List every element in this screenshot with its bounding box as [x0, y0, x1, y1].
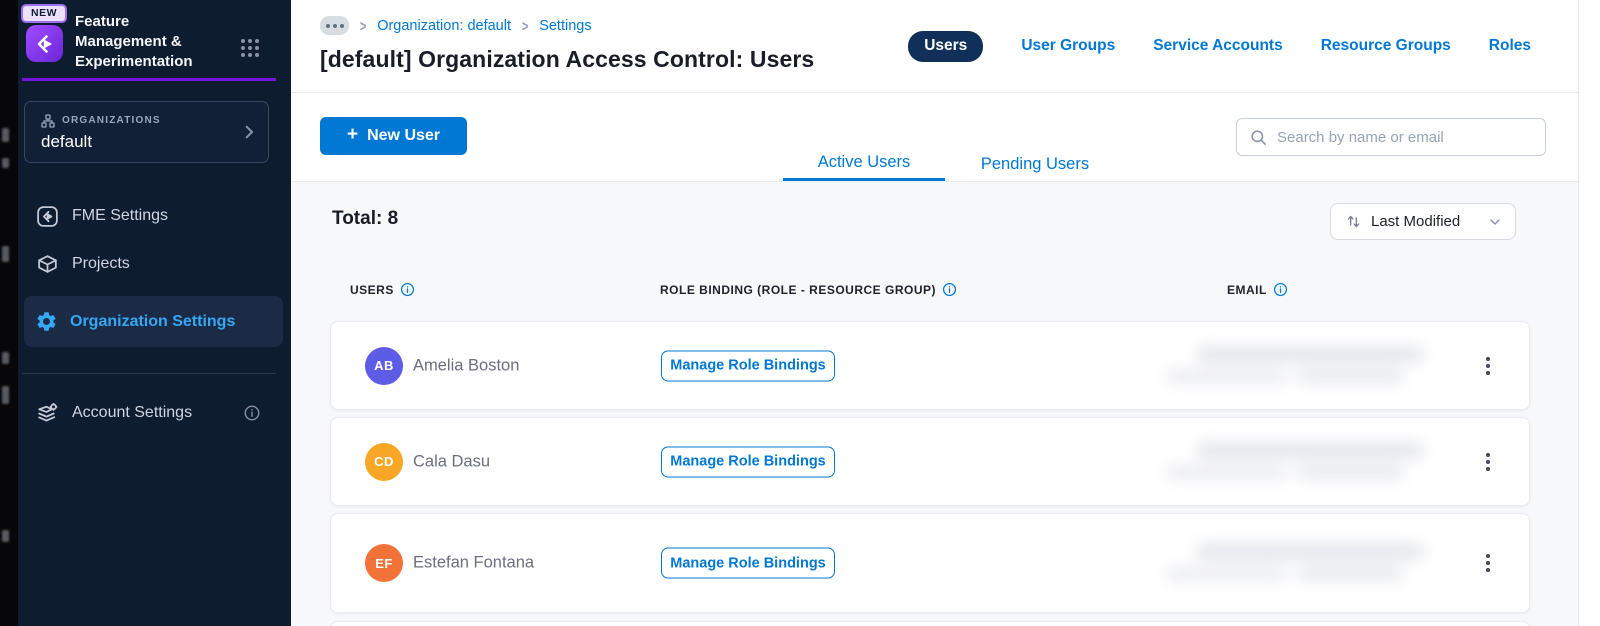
manage-role-bindings-button[interactable]: Manage Role Bindings	[661, 547, 835, 579]
background-window-edge	[0, 0, 18, 626]
new-user-button[interactable]: + New User	[320, 117, 467, 155]
search-icon	[1249, 128, 1268, 147]
info-icon[interactable]	[400, 282, 415, 297]
sidebar-item-label: FME Settings	[72, 207, 169, 224]
access-control-nav-tabs: Users User Groups Service Accounts Resou…	[908, 30, 1531, 62]
total-count: Total: 8	[332, 208, 399, 229]
chevron-separator-icon: >	[359, 16, 367, 35]
sidebar-item-organization-settings[interactable]: Organization Settings	[24, 296, 283, 347]
org-hierarchy-icon	[40, 113, 56, 129]
tab-pending-users[interactable]: Pending Users	[960, 147, 1110, 181]
column-header-role-binding: ROLE BINDING (ROLE - RESOURCE GROUP)	[660, 282, 957, 297]
search-input[interactable]	[1277, 128, 1533, 146]
manage-role-bindings-button[interactable]: Manage Role Bindings	[661, 446, 835, 477]
layers-gear-icon	[35, 401, 60, 426]
table-row-partial	[330, 621, 1530, 626]
split-logo-icon	[37, 34, 51, 53]
chevron-right-icon	[240, 123, 258, 141]
avatar: AB	[365, 346, 403, 385]
panel-right-border	[1578, 0, 1579, 626]
sidebar-accent-rule	[22, 78, 276, 81]
sidebar-item-label: Projects	[72, 255, 130, 272]
redacted-email	[1166, 438, 1436, 486]
tab-users[interactable]: Users	[908, 30, 984, 62]
row-kebab-menu-button[interactable]	[1477, 550, 1499, 576]
sidebar: NEW Feature Management & Experimentation	[18, 0, 291, 626]
redacted-email	[1166, 539, 1436, 587]
sort-dropdown[interactable]: Last Modified	[1330, 203, 1516, 240]
tab-resource-groups[interactable]: Resource Groups	[1321, 37, 1451, 55]
breadcrumb-link-settings[interactable]: Settings	[539, 18, 591, 34]
tab-active-users[interactable]: Active Users	[783, 147, 945, 181]
avatar: CD	[365, 442, 403, 481]
fme-settings-icon	[35, 204, 60, 229]
app-logo	[26, 25, 63, 62]
info-icon[interactable]	[942, 282, 957, 297]
chevron-down-icon	[1487, 214, 1503, 230]
breadcrumb: > Organization: default > Settings	[320, 16, 592, 35]
app-grid-icon[interactable]	[238, 36, 262, 60]
breadcrumb-ellipsis-button[interactable]	[320, 16, 349, 35]
sort-dropdown-value: Last Modified	[1371, 213, 1461, 230]
user-name: Cala Dasu	[413, 452, 491, 470]
table-row: EF Estefan Fontana Manage Role Bindings	[330, 513, 1530, 613]
sidebar-item-fme-settings[interactable]: FME Settings	[24, 196, 283, 236]
org-selector-value: default	[41, 132, 93, 151]
product-name: Feature Management & Experimentation	[75, 13, 193, 70]
info-icon[interactable]	[243, 404, 261, 422]
tab-user-groups[interactable]: User Groups	[1021, 37, 1115, 55]
org-selector-label: ORGANIZATIONS	[62, 115, 161, 126]
breadcrumb-link-organization[interactable]: Organization: default	[377, 18, 511, 34]
new-user-button-label: New User	[367, 127, 441, 144]
sidebar-divider	[22, 373, 276, 374]
page-title: [default] Organization Access Control: U…	[320, 46, 815, 72]
organization-selector[interactable]: ORGANIZATIONS default	[24, 101, 269, 163]
header-divider	[291, 92, 1578, 93]
new-badge: NEW	[21, 4, 67, 23]
table-row: AB Amelia Boston Manage Role Bindings	[330, 321, 1530, 410]
avatar: EF	[365, 544, 403, 582]
chevron-separator-icon: >	[521, 16, 529, 35]
row-kebab-menu-button[interactable]	[1477, 353, 1499, 379]
tab-roles[interactable]: Roles	[1489, 37, 1531, 55]
redacted-email	[1166, 342, 1436, 390]
tab-service-accounts[interactable]: Service Accounts	[1153, 37, 1283, 55]
sidebar-item-label: Organization Settings	[70, 312, 236, 330]
user-name: Estefan Fontana	[413, 553, 535, 572]
main-content: > Organization: default > Settings [defa…	[291, 0, 1578, 626]
sidebar-item-projects[interactable]: Projects	[24, 244, 283, 284]
table-row: CD Cala Dasu Manage Role Bindings	[330, 417, 1530, 506]
sidebar-item-label: Account Settings	[72, 404, 193, 421]
info-icon[interactable]	[1273, 282, 1288, 297]
cube-icon	[35, 252, 60, 277]
manage-role-bindings-button[interactable]: Manage Role Bindings	[661, 350, 835, 381]
column-header-email: EMAIL	[1227, 282, 1288, 297]
app-window: NEW Feature Management & Experimentation	[0, 0, 1600, 626]
search-box	[1236, 118, 1546, 156]
gear-icon	[35, 310, 58, 333]
row-kebab-menu-button[interactable]	[1477, 449, 1499, 475]
sort-arrows-icon	[1345, 213, 1362, 230]
column-header-users: USERS	[350, 282, 415, 297]
user-name: Amelia Boston	[413, 356, 520, 374]
plus-icon: +	[346, 124, 359, 145]
